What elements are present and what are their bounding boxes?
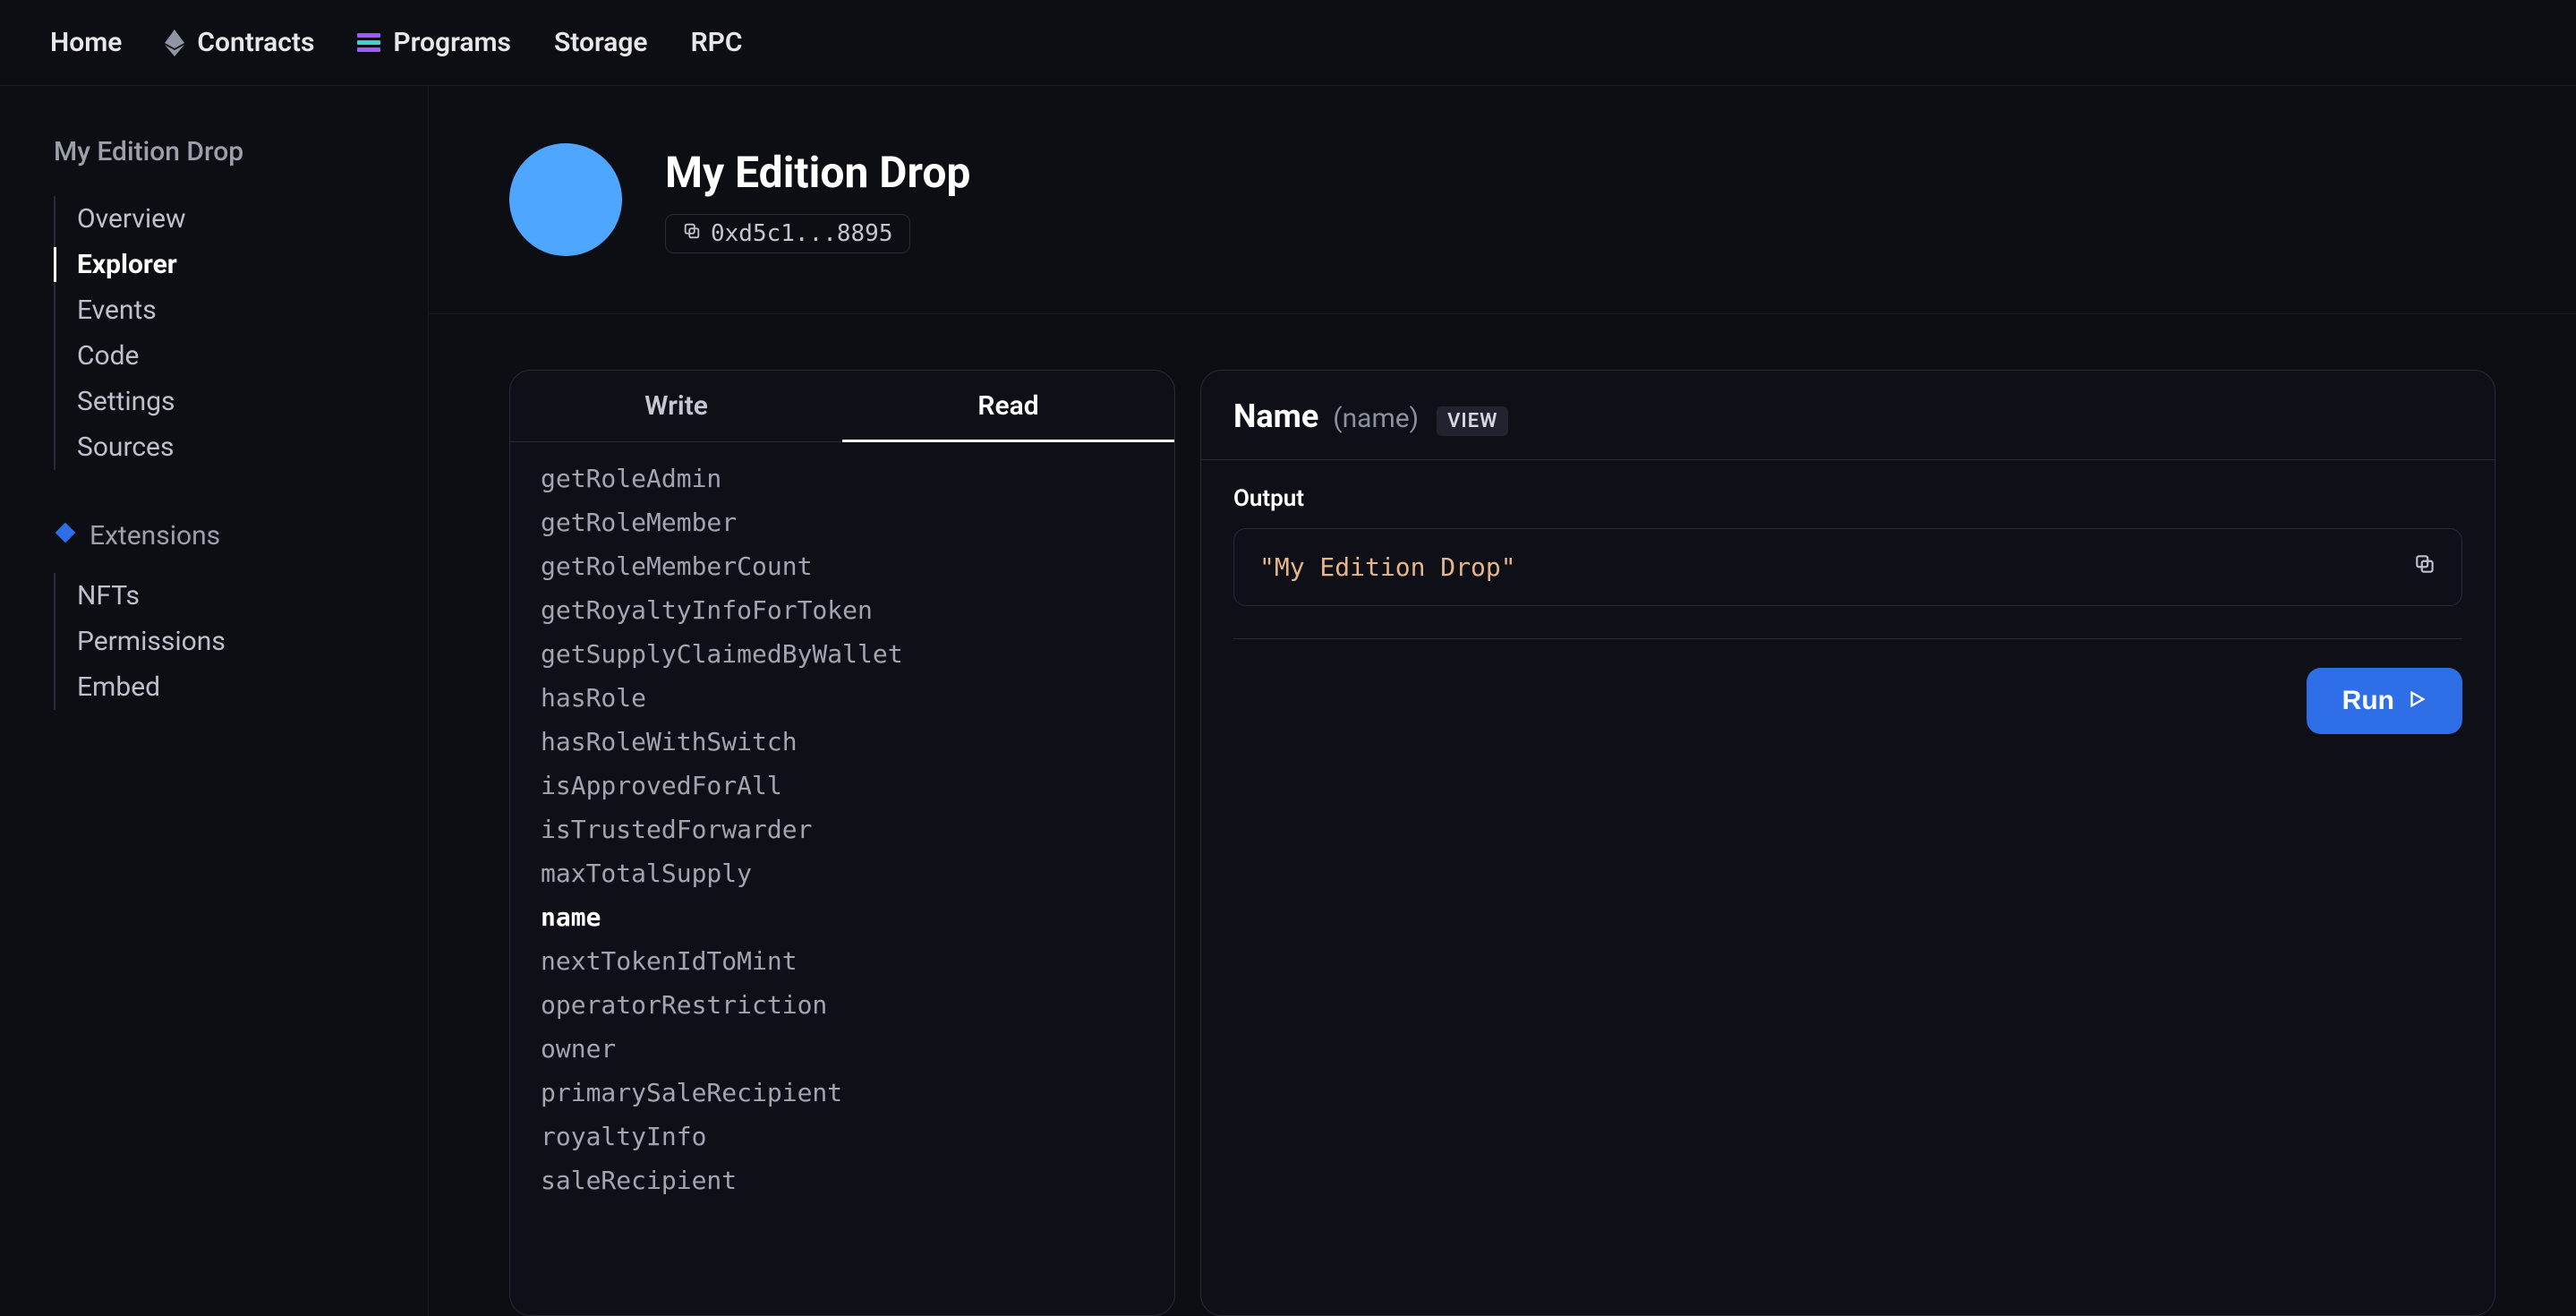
output-value: "My Edition Drop" [1259, 552, 1516, 582]
play-icon [2407, 686, 2427, 716]
divider [1233, 638, 2462, 639]
contract-address: 0xd5c1...8895 [711, 220, 893, 247]
function-item[interactable]: getRoleAdmin [510, 457, 1174, 500]
solana-icon [357, 33, 380, 53]
function-title: Name [1233, 397, 1318, 435]
extensions-label: Extensions [90, 520, 220, 551]
nav-programs[interactable]: Programs [357, 27, 511, 58]
output-box: "My Edition Drop" [1233, 528, 2462, 606]
sidebar-item-embed[interactable]: Embed [55, 664, 390, 710]
run-button[interactable]: Run [2307, 668, 2462, 734]
function-item[interactable]: royaltyInfo [510, 1115, 1174, 1158]
function-item[interactable]: operatorRestriction [510, 983, 1174, 1027]
page-title: My Edition Drop [665, 147, 970, 198]
top-nav: Home Contracts Programs Storage RPC [0, 0, 2576, 86]
function-item[interactable]: owner [510, 1027, 1174, 1071]
output-label: Output [1233, 485, 2462, 512]
function-detail-header: Name (name) VIEW [1201, 371, 2495, 460]
nav-label: Home [50, 27, 122, 58]
function-item[interactable]: nextTokenIdToMint [510, 939, 1174, 983]
nav-storage[interactable]: Storage [554, 27, 648, 58]
sidebar-group-extensions: NFTs Permissions Embed [54, 573, 390, 710]
tab-read[interactable]: Read [842, 371, 1174, 441]
sidebar-group-main: Overview Explorer Events Code Settings S… [54, 196, 390, 470]
function-item[interactable]: hasRoleWithSwitch [510, 720, 1174, 764]
copy-output-button[interactable] [2413, 552, 2436, 582]
sidebar-item-explorer[interactable]: Explorer [55, 242, 390, 287]
nav-contracts[interactable]: Contracts [165, 27, 314, 58]
function-subtitle: (name) [1333, 403, 1419, 434]
sidebar-item-settings[interactable]: Settings [55, 379, 390, 424]
sidebar-title: My Edition Drop [54, 136, 390, 167]
function-item[interactable]: saleRecipient [510, 1158, 1174, 1202]
function-item[interactable]: isApprovedForAll [510, 764, 1174, 808]
function-item[interactable]: getRoyaltyInfoForToken [510, 588, 1174, 632]
function-item[interactable]: isTrustedForwarder [510, 808, 1174, 851]
copy-icon [682, 220, 702, 247]
tab-write[interactable]: Write [510, 371, 842, 441]
avatar [509, 143, 622, 256]
function-item[interactable]: getRoleMemberCount [510, 544, 1174, 588]
function-item[interactable]: name [510, 895, 1174, 939]
function-item[interactable]: getRoleMember [510, 500, 1174, 544]
function-item[interactable]: maxTotalSupply [510, 851, 1174, 895]
function-tabs: Write Read [510, 371, 1174, 442]
function-list-panel: Write Read getRoleAdmingetRoleMembergetR… [509, 370, 1175, 1316]
sidebar-item-code[interactable]: Code [55, 333, 390, 379]
contract-header: My Edition Drop 0xd5c1...8895 [429, 86, 2576, 313]
run-label: Run [2342, 686, 2394, 716]
ethereum-icon [165, 30, 184, 56]
nav-label: Programs [393, 27, 511, 58]
sidebar-item-permissions[interactable]: Permissions [55, 619, 390, 664]
nav-label: Contracts [197, 27, 314, 58]
sidebar-extensions-header: Extensions [54, 520, 390, 551]
sidebar-item-nfts[interactable]: NFTs [55, 573, 390, 619]
view-badge: VIEW [1437, 406, 1508, 436]
function-item[interactable]: hasRole [510, 676, 1174, 720]
sidebar-item-sources[interactable]: Sources [55, 424, 390, 470]
contract-address-chip[interactable]: 0xd5c1...8895 [665, 214, 910, 253]
main-content: My Edition Drop 0xd5c1...8895 Write Read [428, 86, 2576, 1316]
sidebar-item-events[interactable]: Events [55, 287, 390, 333]
sidebar: My Edition Drop Overview Explorer Events… [0, 86, 428, 1316]
sidebar-item-overview[interactable]: Overview [55, 196, 390, 242]
nav-label: RPC [691, 27, 743, 58]
function-item[interactable]: primarySaleRecipient [510, 1071, 1174, 1115]
function-detail-panel: Name (name) VIEW Output "My Edition Drop… [1200, 370, 2495, 1316]
nav-rpc[interactable]: RPC [691, 27, 743, 58]
nav-home[interactable]: Home [50, 27, 122, 58]
copy-icon [2413, 552, 2436, 582]
diamond-icon [54, 520, 77, 551]
function-list[interactable]: getRoleAdmingetRoleMembergetRoleMemberCo… [510, 442, 1174, 1315]
nav-label: Storage [554, 27, 648, 58]
function-item[interactable]: getSupplyClaimedByWallet [510, 632, 1174, 676]
